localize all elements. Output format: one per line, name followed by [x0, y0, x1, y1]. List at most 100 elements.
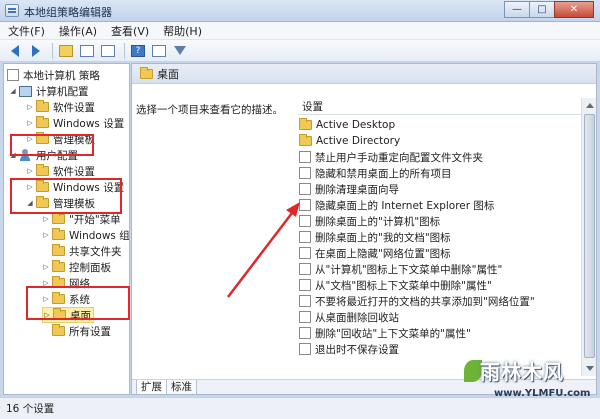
expand-icon[interactable]: ▷ [42, 263, 50, 271]
scroll-up-icon[interactable] [586, 103, 594, 108]
setting-icon [299, 279, 311, 291]
back-arrow-icon[interactable] [6, 42, 24, 60]
up-folder-icon[interactable] [57, 42, 75, 60]
tree-item-label: 软件设置 [53, 165, 95, 178]
toolbar: ? [0, 40, 600, 62]
tree-item-label: 计算机配置 [36, 85, 89, 98]
tree-item-label: 共享文件夹 [69, 245, 122, 258]
list-item-folder[interactable]: Active Directory [299, 133, 400, 149]
folder-icon [52, 228, 65, 240]
list-item-setting[interactable]: 从桌面删除回收站 [299, 309, 399, 325]
title-bar: 本地组策略编辑器 — □ ✕ [0, 0, 600, 22]
list-item-setting[interactable]: 退出时不保存设置 [299, 341, 399, 357]
computer-icon [19, 85, 32, 97]
status-text: 16 个设置 [6, 403, 55, 415]
toolbar-separator [124, 42, 125, 59]
properties-icon[interactable] [150, 42, 168, 60]
list-item-setting[interactable]: 从"计算机"图标上下文菜单中删除"属性" [299, 261, 502, 277]
list-item-label: 从"文档"图标上下文菜单中删除"属性" [315, 279, 492, 292]
expand-icon[interactable]: ▷ [42, 215, 50, 223]
forward-arrow-icon[interactable] [27, 42, 45, 60]
folder-icon [36, 100, 49, 112]
folder-icon [52, 212, 65, 224]
details-header: 桌面 [132, 64, 596, 84]
collapse-icon[interactable]: ◢ [9, 87, 17, 95]
list-item-setting[interactable]: 在桌面上隐藏"网络位置"图标 [299, 245, 451, 261]
menu-file[interactable]: 文件(F) [8, 23, 45, 39]
expand-icon[interactable]: ▷ [42, 231, 50, 239]
expand-icon[interactable]: ▷ [26, 103, 34, 111]
toolbar-separator [52, 42, 53, 59]
help-icon[interactable]: ? [129, 42, 147, 60]
watermark: 雨林木风 www.YLMFU.com [462, 352, 598, 416]
filter-icon[interactable] [171, 42, 189, 60]
list-item-label: 隐藏和禁用桌面上的所有项目 [315, 167, 452, 180]
list-item-label: 禁止用户手动重定向配置文件文件夹 [315, 151, 483, 164]
tree-item-label: 软件设置 [53, 101, 95, 114]
window-title: 本地组策略编辑器 [24, 6, 112, 19]
folder-icon [52, 324, 65, 336]
tab-standard[interactable]: 标准 [166, 380, 197, 394]
policy-doc-icon [7, 69, 19, 81]
details-pane: 桌面 选择一个项目来查看它的描述。 设置 Active Desktop Acti… [131, 63, 597, 395]
list-item-folder[interactable]: Active Desktop [299, 117, 395, 133]
setting-icon [299, 231, 311, 243]
folder-icon [36, 164, 49, 176]
menu-action[interactable]: 操作(A) [59, 23, 97, 39]
setting-icon [299, 343, 311, 355]
list-item-setting[interactable]: 不要将最近打开的文档的共享添加到"网络位置" [299, 293, 535, 309]
tree-item-windows-components[interactable]: ▷ Windows 组件 [42, 227, 130, 243]
tree-item-all-settings[interactable]: 所有设置 [42, 323, 111, 339]
show-hide-tree-icon[interactable] [78, 42, 96, 60]
list-item-setting[interactable]: 隐藏和禁用桌面上的所有项目 [299, 165, 452, 181]
column-header-settings[interactable]: 设置 [298, 98, 582, 115]
setting-icon [299, 167, 311, 179]
setting-icon [299, 263, 311, 275]
close-button[interactable]: ✕ [554, 1, 594, 18]
app-icon [5, 4, 19, 17]
list-item-label: 退出时不保存设置 [315, 343, 399, 356]
menu-view[interactable]: 查看(V) [111, 23, 149, 39]
folder-icon [299, 134, 312, 146]
tree-item-windows-settings[interactable]: ▷ Windows 设置 [26, 115, 124, 131]
tree-item-label: Windows 组件 [69, 229, 130, 242]
list-item-setting[interactable]: 删除桌面上的"我的文档"图标 [299, 229, 451, 245]
expand-icon[interactable]: ▷ [26, 119, 34, 127]
list-item-setting[interactable]: 隐藏桌面上的 Internet Explorer 图标 [299, 197, 494, 213]
list-item-label: 删除桌面上的"计算机"图标 [315, 215, 441, 228]
export-icon[interactable] [99, 42, 117, 60]
minimize-button[interactable]: — [504, 1, 530, 18]
expand-icon[interactable]: ▷ [26, 167, 34, 175]
tree-pane: 本地计算机 策略 ◢ 计算机配置 ▷ 软件设置 ▷ Windows 设置 ▷ 管… [3, 63, 130, 395]
tree-item-computer-config[interactable]: ◢ 计算机配置 [9, 83, 89, 99]
tree-item-control-panel[interactable]: ▷ 控制面板 [42, 259, 111, 275]
list-item-label: 从"计算机"图标上下文菜单中删除"属性" [315, 263, 503, 276]
list-item-setting[interactable]: 删除"回收站"上下文菜单的"属性" [299, 325, 471, 341]
scroll-thumb[interactable] [584, 114, 595, 358]
list-item-label: 隐藏桌面上的 Internet Explorer 图标 [315, 199, 495, 212]
tree-item-software-settings[interactable]: ▷ 软件设置 [26, 163, 95, 179]
menu-help[interactable]: 帮助(H) [163, 23, 202, 39]
tree-item-local-policy[interactable]: 本地计算机 策略 [7, 67, 100, 83]
list-item-setting[interactable]: 从"文档"图标上下文菜单中删除"属性" [299, 277, 492, 293]
maximize-button[interactable]: □ [529, 1, 555, 18]
setting-icon [299, 327, 311, 339]
list-item-setting[interactable]: 删除清理桌面向导 [299, 181, 399, 197]
setting-icon [299, 215, 311, 227]
watermark-title: 雨林木风 [480, 360, 564, 384]
column-header-label: 设置 [302, 100, 323, 113]
tree-item-shared-folders[interactable]: 共享文件夹 [42, 243, 122, 259]
setting-icon [299, 183, 311, 195]
tree-item-label: 所有设置 [69, 325, 111, 338]
folder-icon [36, 116, 49, 128]
tree-item-software-settings[interactable]: ▷ 软件设置 [26, 99, 95, 115]
annotation-box-admin-templates [10, 178, 122, 214]
list-item-label: 从桌面删除回收站 [315, 311, 399, 324]
list-item-label: 删除桌面上的"我的文档"图标 [315, 231, 451, 244]
folder-icon [52, 244, 65, 256]
tab-extended[interactable]: 扩展 [136, 380, 167, 394]
list-item-setting[interactable]: 删除桌面上的"计算机"图标 [299, 213, 440, 229]
list-item-setting[interactable]: 禁止用户手动重定向配置文件文件夹 [299, 149, 483, 165]
folder-icon [52, 260, 65, 272]
vertical-scrollbar[interactable] [581, 98, 596, 376]
